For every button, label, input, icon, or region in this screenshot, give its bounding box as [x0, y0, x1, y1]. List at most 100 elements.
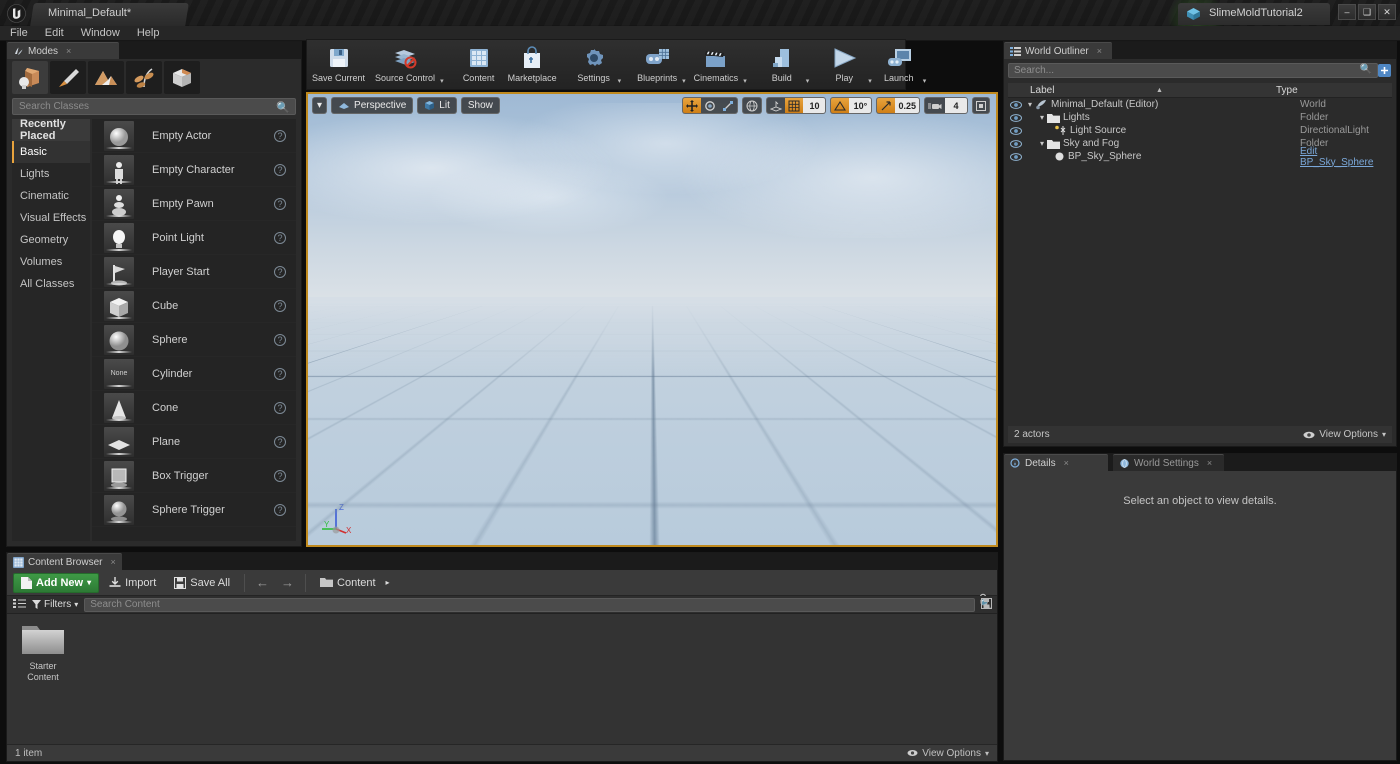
outliner-add-button[interactable]: [1377, 63, 1392, 78]
list-item[interactable]: Cube ?: [92, 289, 296, 323]
visibility-eye-icon[interactable]: [1008, 113, 1024, 122]
sources-toggle-icon[interactable]: [13, 598, 26, 612]
angle-snap-value[interactable]: 10°: [849, 98, 872, 113]
help-icon[interactable]: ?: [274, 129, 286, 142]
category-visual-effects[interactable]: Visual Effects: [12, 207, 90, 229]
asset-item[interactable]: Starter Content: [17, 622, 69, 683]
help-icon[interactable]: ?: [274, 163, 286, 176]
scale-snap-toggle[interactable]: [877, 98, 896, 113]
tab-world-settings-close[interactable]: ×: [1207, 458, 1212, 468]
coordinate-system-button[interactable]: [742, 97, 763, 114]
close-button[interactable]: ✕: [1378, 4, 1396, 20]
camera-speed-icon[interactable]: [925, 98, 945, 113]
category-basic[interactable]: Basic: [12, 141, 90, 163]
row-label-cell[interactable]: ▾ Sky and Fog: [1024, 138, 1300, 149]
category-recently-placed[interactable]: Recently Placed: [12, 118, 90, 142]
visibility-eye-icon[interactable]: [1008, 139, 1024, 148]
category-all-classes[interactable]: All Classes: [12, 273, 90, 295]
surface-snap-icon[interactable]: [767, 98, 785, 113]
list-item[interactable]: Cone ?: [92, 391, 296, 425]
help-icon[interactable]: ?: [274, 299, 286, 312]
visibility-eye-icon[interactable]: [1008, 152, 1024, 161]
source-control-button[interactable]: Source Control: [370, 40, 440, 89]
row-label-cell[interactable]: ▾ Lights: [1024, 112, 1300, 123]
help-icon[interactable]: ?: [274, 231, 286, 244]
mode-tab-geometry[interactable]: [164, 61, 200, 94]
viewport-options-menu[interactable]: ▾: [312, 97, 328, 114]
visibility-eye-icon[interactable]: [1008, 126, 1024, 135]
nav-back-button[interactable]: ←: [251, 575, 274, 590]
visibility-eye-icon[interactable]: [1008, 100, 1024, 109]
expander-icon[interactable]: ▾: [1040, 113, 1044, 122]
help-icon[interactable]: ?: [274, 401, 286, 414]
row-label-cell[interactable]: Light Source: [1024, 125, 1300, 136]
list-item[interactable]: Empty Character ?: [92, 153, 296, 187]
tab-content-browser-close[interactable]: ×: [110, 557, 115, 567]
mode-tab-paint[interactable]: [50, 61, 86, 94]
mode-tab-place[interactable]: [12, 61, 48, 94]
grid-snap-value[interactable]: 10: [803, 98, 826, 113]
help-icon[interactable]: ?: [274, 333, 286, 346]
tab-world-settings[interactable]: World Settings ×: [1113, 454, 1224, 471]
scale-snap-value[interactable]: 0.25: [895, 98, 919, 113]
tab-modes[interactable]: Modes ×: [7, 42, 119, 59]
help-icon[interactable]: ?: [274, 265, 286, 278]
list-item[interactable]: Box Trigger ?: [92, 459, 296, 493]
column-header-label[interactable]: Label ▲: [1008, 85, 1276, 96]
breadcrumb-chevron-icon[interactable]: ▸: [386, 578, 390, 587]
category-cinematic[interactable]: Cinematic: [12, 185, 90, 207]
minimize-button[interactable]: –: [1338, 4, 1356, 20]
search-content-input[interactable]: Search Content 🔍: [84, 597, 992, 612]
content-view-options-button[interactable]: View Options ▾: [907, 748, 989, 759]
cinematics-button[interactable]: Cinematics: [689, 40, 744, 89]
table-row[interactable]: BP_Sky_Sphere Edit BP_Sky_Sphere: [1008, 146, 1392, 168]
list-item[interactable]: Point Light ?: [92, 221, 296, 255]
tab-world-outliner-close[interactable]: ×: [1097, 46, 1102, 56]
source-control-dropdown[interactable]: ▾: [440, 40, 447, 89]
play-button[interactable]: Play: [820, 40, 868, 89]
blueprints-button[interactable]: Blueprints: [632, 40, 682, 89]
world-icon[interactable]: [743, 98, 761, 113]
build-dropdown[interactable]: ▾: [806, 40, 813, 89]
tab-details-close[interactable]: ×: [1064, 458, 1069, 468]
cinematics-dropdown[interactable]: ▾: [743, 40, 750, 89]
save-all-button[interactable]: Save All: [166, 573, 238, 593]
filters-button[interactable]: Filters ▾: [32, 599, 78, 610]
save-current-button[interactable]: Save Current: [307, 40, 370, 89]
content-browser-asset-grid[interactable]: Starter Content: [7, 614, 997, 744]
show-menu-button[interactable]: Show: [460, 97, 500, 114]
level-viewport[interactable]: ▾ Perspective Lit Show 10 10° 0.25 4 Z Y…: [306, 92, 998, 547]
tab-details[interactable]: Details ×: [1004, 454, 1108, 471]
expander-icon[interactable]: ▾: [1040, 139, 1044, 148]
menu-help[interactable]: Help: [137, 27, 160, 39]
outliner-view-options-button[interactable]: View Options ▾: [1303, 429, 1386, 440]
row-type-cell[interactable]: Edit BP_Sky_Sphere: [1300, 146, 1392, 168]
menu-file[interactable]: File: [10, 27, 28, 39]
launch-button[interactable]: Launch: [875, 40, 923, 89]
help-icon[interactable]: ?: [274, 469, 286, 482]
row-label-cell[interactable]: BP_Sky_Sphere: [1024, 151, 1300, 162]
help-icon[interactable]: ?: [274, 367, 286, 380]
help-icon[interactable]: ?: [274, 197, 286, 210]
list-item[interactable]: Empty Actor ?: [92, 119, 296, 153]
list-item[interactable]: Sphere Trigger ?: [92, 493, 296, 527]
nav-forward-button[interactable]: →: [276, 575, 299, 590]
content-button[interactable]: Content: [455, 40, 503, 89]
marketplace-button[interactable]: Marketplace: [503, 40, 562, 89]
rotate-tool-button[interactable]: [701, 98, 719, 113]
view-mode-button[interactable]: Perspective: [331, 97, 414, 114]
breadcrumb[interactable]: Content ▸: [312, 573, 398, 593]
help-icon[interactable]: ?: [274, 435, 286, 448]
list-item[interactable]: Empty Pawn ?: [92, 187, 296, 221]
list-item[interactable]: Player Start ?: [92, 255, 296, 289]
tab-modes-close[interactable]: ×: [66, 46, 71, 56]
maximize-button[interactable]: ❑: [1358, 4, 1376, 20]
table-row[interactable]: ▾ Lights Folder: [1008, 111, 1392, 124]
row-label-cell[interactable]: ▾ Minimal_Default (Editor): [1024, 99, 1300, 110]
add-new-button[interactable]: Add New ▾: [13, 572, 100, 593]
maximize-viewport-icon[interactable]: [972, 97, 990, 114]
list-item[interactable]: None Cylinder ?: [92, 357, 296, 391]
category-lights[interactable]: Lights: [12, 163, 90, 185]
mode-tab-foliage[interactable]: [126, 61, 162, 94]
scale-tool-button[interactable]: [719, 98, 737, 113]
